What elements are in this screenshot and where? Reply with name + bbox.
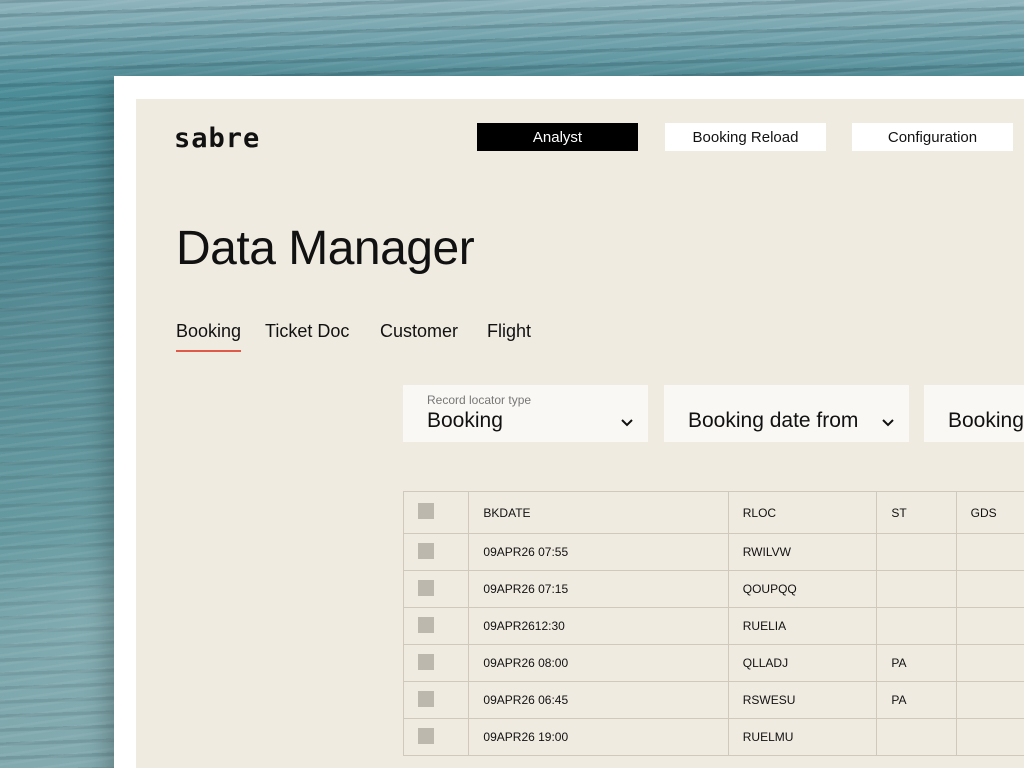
cell-gds	[955, 570, 1024, 608]
record-locator-type-value: Booking	[427, 409, 503, 432]
cell-st	[876, 570, 957, 608]
cell-bkdate: 09APR26 07:15	[468, 570, 729, 608]
row-checkbox[interactable]	[418, 542, 434, 559]
booking-date-from-select[interactable]: Booking date from	[664, 385, 909, 442]
chevron-down-icon	[621, 419, 633, 427]
cell-rloc: QOUPQQ	[727, 570, 878, 608]
cell-rloc: RSWESU	[727, 681, 878, 719]
column-header-rloc[interactable]: RLOC	[727, 491, 878, 534]
app-window: sabre Analyst Booking Reload Configurati…	[136, 99, 1024, 768]
cell-rloc: RUELMU	[727, 718, 878, 756]
booking-date-to-value: Booking	[948, 409, 1024, 432]
nav-booking-reload-button[interactable]: Booking Reload	[665, 123, 826, 151]
row-checkbox[interactable]	[418, 579, 434, 596]
booking-date-from-value: Booking date from	[688, 409, 859, 432]
nav-configuration-button[interactable]: Configuration	[852, 123, 1013, 151]
column-header-bkdate[interactable]: BKDATE	[468, 491, 729, 534]
booking-table: BKDATE RLOC ST GDS 09APR26 07:55 RWILVW …	[402, 491, 1024, 756]
sabre-logo: sabre	[174, 123, 261, 154]
column-header-gds[interactable]: GDS	[955, 491, 1024, 534]
record-locator-type-label: Record locator type	[427, 393, 532, 407]
cell-st	[876, 533, 957, 571]
row-checkbox[interactable]	[418, 653, 434, 670]
cell-rloc: QLLADJ	[727, 644, 878, 682]
cell-st	[876, 718, 957, 756]
select-all-checkbox[interactable]	[418, 503, 434, 519]
cell-bkdate: 09APR26 08:00	[468, 644, 729, 682]
cell-gds	[955, 681, 1024, 719]
page-title: Data Manager	[176, 222, 475, 275]
nav-analyst-button[interactable]: Analyst	[477, 123, 638, 151]
cell-st: PA	[876, 681, 957, 719]
table-row[interactable]: 09APR26 06:45 RSWESU PA	[402, 681, 1024, 719]
cell-rloc: RWILVW	[727, 533, 878, 571]
tab-customer[interactable]: Customer	[380, 321, 458, 350]
select-all-cell[interactable]	[402, 491, 470, 534]
cell-bkdate: 09APR26 06:45	[468, 681, 729, 719]
row-checkbox[interactable]	[418, 690, 434, 707]
table-row[interactable]: 09APR26 07:55 RWILVW	[402, 533, 1024, 571]
row-checkbox[interactable]	[418, 616, 434, 633]
record-locator-type-select[interactable]: Record locator type Booking	[403, 385, 648, 442]
column-header-st[interactable]: ST	[876, 491, 957, 534]
table-row[interactable]: 09APR26 07:15 QOUPQQ	[402, 570, 1024, 608]
cell-gds	[955, 607, 1024, 645]
table-row[interactable]: 09APR26 08:00 QLLADJ PA	[402, 644, 1024, 682]
tab-flight[interactable]: Flight	[487, 321, 531, 350]
cell-gds	[955, 718, 1024, 756]
cell-gds	[955, 644, 1024, 682]
cell-st	[876, 607, 957, 645]
cell-bkdate: 09APR26 19:00	[468, 718, 729, 756]
row-checkbox[interactable]	[418, 727, 434, 744]
cell-gds	[955, 533, 1024, 571]
tab-booking[interactable]: Booking	[176, 321, 242, 352]
chevron-down-icon	[882, 419, 894, 427]
table-header-row: BKDATE RLOC ST GDS	[402, 491, 1024, 534]
cell-bkdate: 09APR2612:30	[468, 607, 729, 645]
cell-st: PA	[876, 644, 957, 682]
booking-date-to-select[interactable]: Booking	[924, 385, 1024, 442]
cell-bkdate: 09APR26 07:55	[468, 533, 729, 571]
table-row[interactable]: 09APR26 19:00 RUELMU	[402, 718, 1024, 756]
table-row[interactable]: 09APR2612:30 RUELIA	[402, 607, 1024, 645]
tab-ticket-doc[interactable]: Ticket Doc	[265, 321, 349, 350]
cell-rloc: RUELIA	[727, 607, 878, 645]
